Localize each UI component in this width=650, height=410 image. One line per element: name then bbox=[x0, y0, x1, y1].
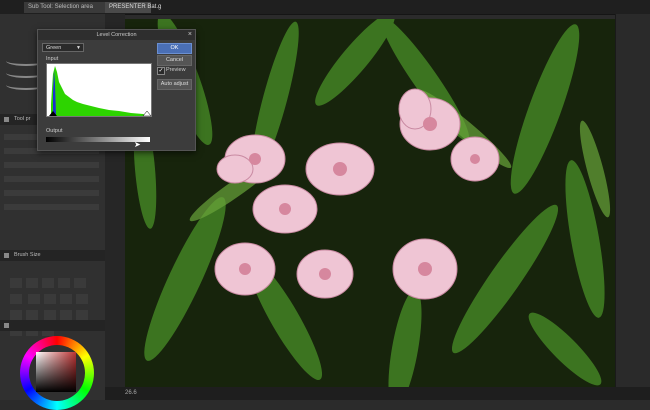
preview-label: Preview bbox=[166, 67, 186, 73]
canvas-image[interactable] bbox=[125, 19, 615, 387]
cancel-button[interactable]: Cancel bbox=[157, 55, 192, 66]
property-row[interactable] bbox=[4, 204, 99, 210]
input-label: Input bbox=[46, 56, 59, 62]
status-bar: 26.6 bbox=[105, 387, 650, 400]
panel-icon bbox=[4, 117, 9, 122]
brush-size-header[interactable]: Brush Size bbox=[0, 250, 105, 261]
color-wheel[interactable] bbox=[20, 336, 94, 410]
histogram[interactable] bbox=[46, 63, 152, 117]
panel-icon bbox=[4, 253, 9, 258]
brush-size-grid[interactable] bbox=[8, 276, 98, 336]
color-square[interactable] bbox=[36, 352, 76, 392]
output-label: Output bbox=[46, 128, 63, 134]
ok-button[interactable]: OK bbox=[157, 43, 192, 54]
flower-photo bbox=[125, 19, 615, 387]
panel-icon bbox=[4, 323, 9, 328]
tool-property-title: Tool pr bbox=[14, 116, 31, 122]
channel-select[interactable]: Green ▼ bbox=[42, 43, 84, 52]
chevron-down-icon: ▼ bbox=[76, 45, 81, 51]
dialog-title: Level Correction bbox=[38, 30, 195, 40]
brush-size-title: Brush Size bbox=[14, 252, 41, 258]
channel-value: Green bbox=[46, 45, 62, 51]
property-row[interactable] bbox=[4, 176, 99, 182]
close-icon[interactable]: × bbox=[188, 30, 192, 40]
property-row[interactable] bbox=[4, 162, 99, 168]
auto-adjust-button[interactable]: Auto adjust bbox=[157, 79, 192, 90]
tab-document[interactable]: PRESENTER Bat.g bbox=[105, 2, 161, 13]
level-correction-dialog: Level Correction × Green ▼ Input Output … bbox=[37, 29, 196, 151]
mouse-cursor-icon: ➤ bbox=[134, 140, 141, 149]
zoom-value[interactable]: 26.6 bbox=[125, 390, 137, 396]
preview-checkbox[interactable]: ✓ bbox=[157, 67, 165, 75]
property-row[interactable] bbox=[4, 190, 99, 196]
tab-sub-tool[interactable]: Sub Tool: Selection area bbox=[24, 2, 112, 13]
right-panel bbox=[615, 14, 650, 400]
color-wheel-header[interactable] bbox=[0, 320, 105, 331]
tab-bar: Sub Tool: Selection area PRESENTER Bat.g bbox=[0, 0, 650, 15]
